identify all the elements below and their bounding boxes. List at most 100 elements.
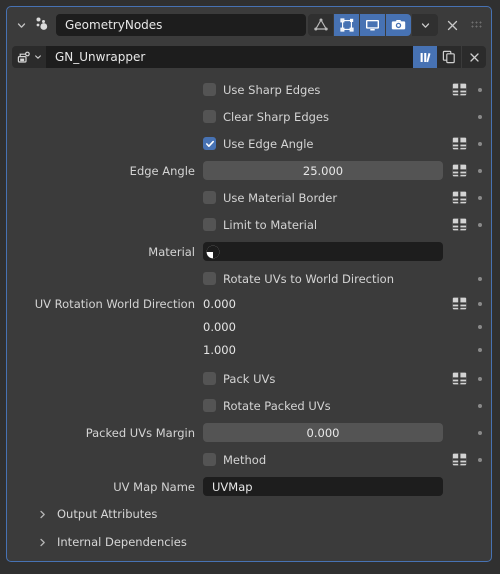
rotate-packed-uvs-checkbox[interactable]: Rotate Packed UVs — [203, 399, 331, 413]
edge-angle-value: 25.000 — [302, 163, 344, 178]
modifier-name-input[interactable]: GeometryNodes — [56, 14, 306, 36]
property-row-edge-angle: Edge Angle 25.000 — [7, 157, 491, 184]
fake-user-toggle[interactable] — [413, 46, 437, 68]
animate-decorator-icon[interactable] — [475, 345, 485, 355]
new-node-group-button[interactable] — [437, 46, 461, 68]
geometry-nodes-modifier-panel: GeometryNodes GN_Unwrapper Use Sharp Edg… — [6, 6, 492, 562]
checkbox-box — [203, 191, 216, 204]
material-label: Material — [148, 244, 195, 259]
method-checkbox[interactable]: Method — [203, 453, 266, 467]
chevron-right-icon — [37, 537, 48, 548]
pack-uvs-checkbox[interactable]: Pack UVs — [203, 372, 275, 386]
uv-rotation-x-value: 0.000 — [203, 296, 236, 311]
property-row-use-edge-angle: Use Edge Angle — [7, 130, 491, 157]
browse-node-group-button[interactable] — [12, 46, 46, 68]
uv-rotation-y-input[interactable]: 0.000 — [203, 319, 443, 334]
animate-decorator-icon[interactable] — [475, 374, 485, 384]
modifier-display-toggles — [308, 14, 438, 36]
attribute-toggle-icon[interactable] — [451, 82, 467, 98]
modifier-extras-dropdown[interactable] — [412, 14, 438, 36]
subpanel-label: Internal Dependencies — [57, 535, 187, 549]
packed-uvs-margin-value: 0.000 — [306, 425, 340, 440]
property-row-material: Material — [7, 238, 491, 265]
property-row-use-material-border: Use Material Border — [7, 184, 491, 211]
attribute-toggle-icon[interactable] — [451, 296, 467, 312]
checkbox-box — [203, 110, 216, 123]
animate-decorator-icon[interactable] — [475, 401, 485, 411]
uv-map-name-input[interactable]: UVMap — [203, 477, 443, 496]
animate-decorator-icon[interactable] — [475, 139, 485, 149]
remove-modifier-button[interactable] — [438, 14, 466, 36]
animate-decorator-icon[interactable] — [475, 112, 485, 122]
uv-rotation-z-input[interactable]: 1.000 — [203, 342, 443, 357]
use-sharp-edges-checkbox[interactable]: Use Sharp Edges — [203, 83, 320, 97]
node-group-name-input[interactable]: GN_Unwrapper — [46, 46, 413, 68]
edge-angle-label: Edge Angle — [129, 163, 195, 178]
edge-angle-input[interactable]: 25.000 — [203, 161, 443, 180]
material-sphere-icon — [205, 244, 221, 260]
subpanel-output-attributes[interactable]: Output Attributes — [7, 500, 491, 528]
checkbox-box — [203, 137, 216, 150]
animate-decorator-icon[interactable] — [475, 428, 485, 438]
attribute-toggle-icon[interactable] — [451, 371, 467, 387]
property-row-packed-uvs-margin: Packed UVs Margin 0.000 — [7, 419, 491, 446]
checkbox-box — [203, 399, 216, 412]
animate-decorator-icon[interactable] — [475, 455, 485, 465]
show-in-render-toggle[interactable] — [386, 14, 411, 36]
subpanel-label: Output Attributes — [57, 507, 158, 521]
limit-to-material-checkbox[interactable]: Limit to Material — [203, 218, 317, 232]
property-row-pack-uvs: Pack UVs — [7, 365, 491, 392]
checkbox-label: Method — [223, 452, 267, 467]
uv-rotation-world-direction-label: UV Rotation World Direction — [34, 296, 195, 311]
property-row-rotate-packed-uvs: Rotate Packed UVs — [7, 392, 491, 419]
clear-sharp-edges-checkbox[interactable]: Clear Sharp Edges — [203, 110, 329, 124]
attribute-toggle-icon[interactable] — [451, 163, 467, 179]
checkbox-box — [203, 83, 216, 96]
checkbox-box — [203, 272, 216, 285]
subpanel-internal-dependencies[interactable]: Internal Dependencies — [7, 528, 491, 556]
packed-uvs-margin-input[interactable]: 0.000 — [203, 423, 443, 442]
checkbox-label: Rotate Packed UVs — [223, 398, 331, 413]
animate-decorator-icon[interactable] — [475, 166, 485, 176]
uv-rotation-x-input[interactable]: 0.000 — [203, 297, 443, 311]
unlink-node-group-button[interactable] — [462, 46, 486, 68]
attribute-toggle-icon[interactable] — [451, 136, 467, 152]
animate-decorator-icon[interactable] — [475, 193, 485, 203]
show-in-edit-mode-toggle[interactable] — [334, 14, 359, 36]
checkbox-box — [203, 453, 216, 466]
property-row-method: Method — [7, 446, 491, 473]
checkbox-box — [203, 372, 216, 385]
property-row-rotate-uvs-to-world-direction: Rotate UVs to World Direction — [7, 265, 491, 292]
node-group-row: GN_Unwrapper — [12, 44, 486, 70]
node-group-name-value: GN_Unwrapper — [55, 50, 146, 64]
animate-decorator-icon[interactable] — [475, 85, 485, 95]
show-on-cage-toggle[interactable] — [308, 14, 333, 36]
chevron-right-icon — [37, 509, 48, 520]
animate-decorator-icon[interactable] — [475, 322, 485, 332]
property-row-use-sharp-edges: Use Sharp Edges — [7, 76, 491, 103]
animate-decorator-icon[interactable] — [475, 274, 485, 284]
attribute-toggle-icon[interactable] — [451, 217, 467, 233]
checkbox-label: Clear Sharp Edges — [223, 109, 329, 124]
uv-map-name-label: UV Map Name — [113, 479, 195, 494]
animate-decorator-icon[interactable] — [475, 299, 485, 309]
checkbox-label: Use Edge Angle — [223, 136, 314, 151]
use-material-border-checkbox[interactable]: Use Material Border — [203, 191, 337, 205]
attribute-toggle-icon[interactable] — [451, 452, 467, 468]
use-edge-angle-checkbox[interactable]: Use Edge Angle — [203, 137, 313, 151]
drag-grip-icon[interactable] — [466, 14, 486, 36]
checkbox-label: Rotate UVs to World Direction — [223, 271, 395, 286]
packed-uvs-margin-label: Packed UVs Margin — [85, 425, 195, 440]
property-row-uv-map-name: UV Map Name UVMap — [7, 473, 491, 500]
animate-decorator-icon[interactable] — [475, 220, 485, 230]
checkbox-box — [203, 218, 216, 231]
checkmark-icon — [205, 140, 214, 147]
uv-map-name-value: UVMap — [212, 479, 253, 494]
attribute-toggle-icon[interactable] — [451, 190, 467, 206]
material-selector[interactable] — [203, 242, 443, 261]
rotate-uvs-to-world-direction-checkbox[interactable]: Rotate UVs to World Direction — [203, 272, 394, 286]
modifier-expand-chevron-icon[interactable] — [12, 14, 30, 36]
uv-rotation-y-value: 0.000 — [203, 320, 236, 334]
show-in-viewport-toggle[interactable] — [360, 14, 385, 36]
modifier-name-value: GeometryNodes — [65, 18, 163, 32]
